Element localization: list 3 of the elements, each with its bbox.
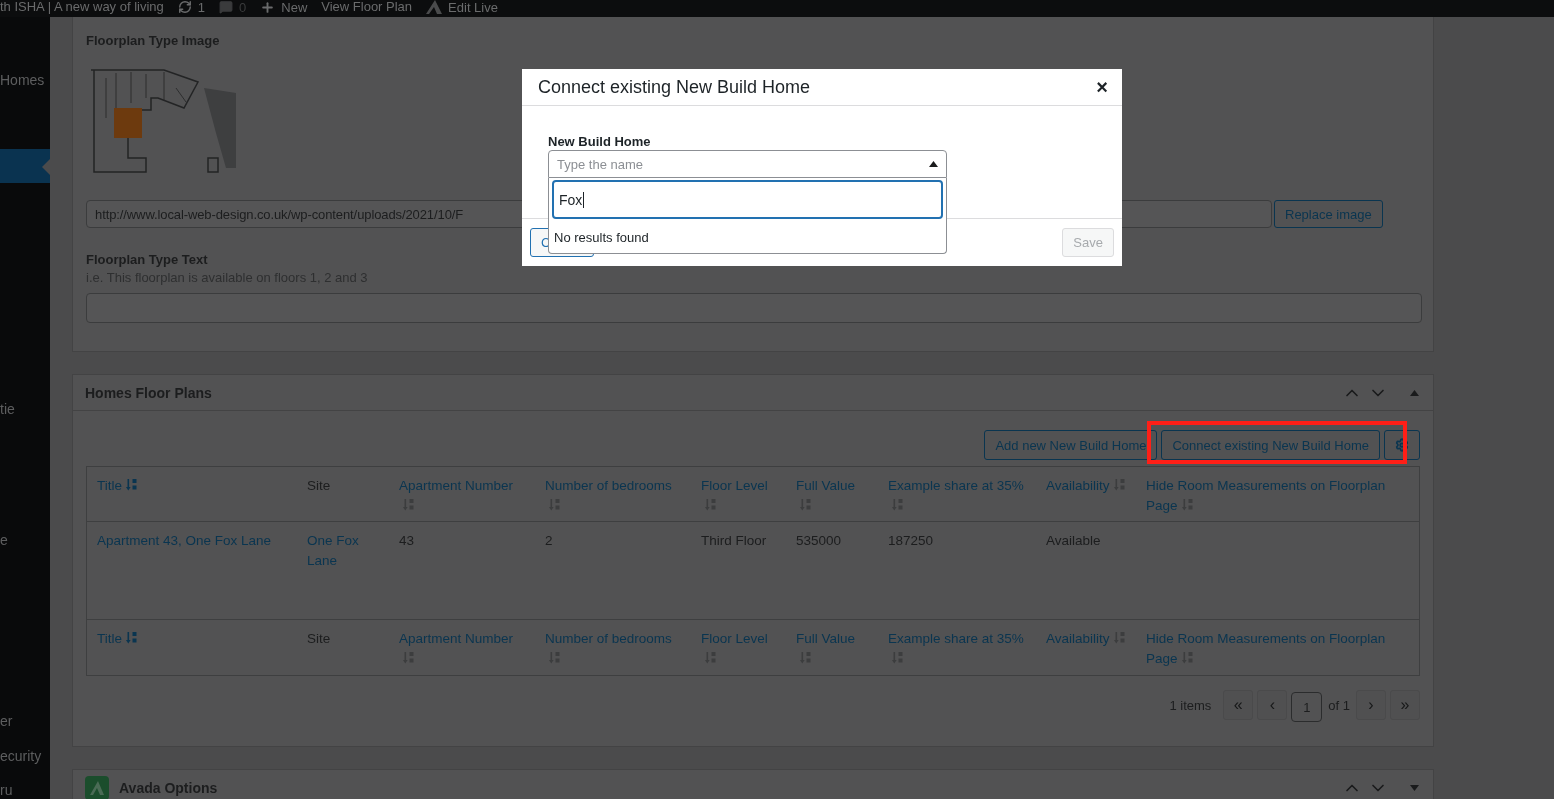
- field-label: New Build Home: [548, 134, 652, 149]
- dialog-title: Connect existing New Build Home: [538, 76, 811, 98]
- no-results-text: No results found: [553, 230, 650, 245]
